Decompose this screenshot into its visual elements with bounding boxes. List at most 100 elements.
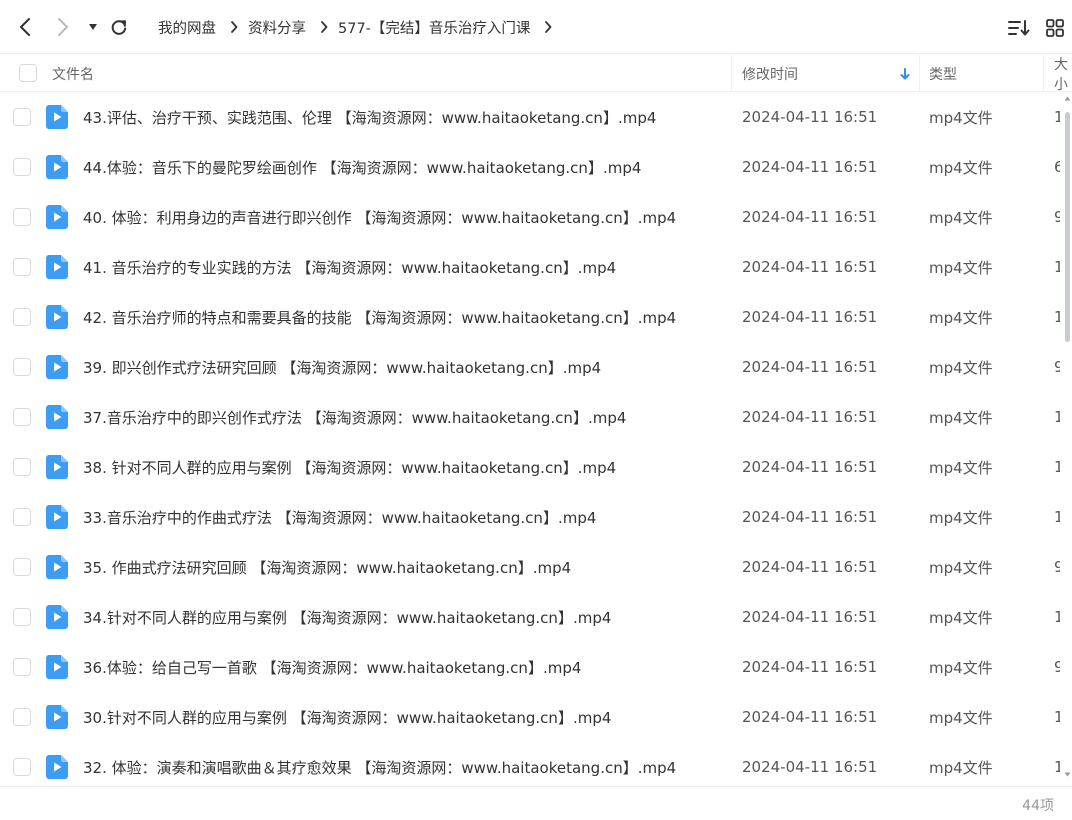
file-type: mp4文件	[929, 658, 993, 677]
row-checkbox[interactable]	[13, 508, 31, 526]
file-name[interactable]: 37.音乐治疗中的即兴创作式疗法 【海淘资源网：www.haitaoketang…	[83, 392, 626, 442]
table-row[interactable]: 33.音乐治疗中的作曲式疗法 【海淘资源网：www.haitaoketang.c…	[0, 492, 1060, 542]
file-name[interactable]: 33.音乐治疗中的作曲式疗法 【海淘资源网：www.haitaoketang.c…	[83, 492, 596, 542]
sort-descending-icon[interactable]	[900, 55, 910, 92]
video-file-icon	[46, 155, 68, 179]
table-row[interactable]: 35. 作曲式疗法研究回顾 【海淘资源网：www.haitaoketang.cn…	[0, 542, 1060, 592]
breadcrumb-separator-icon	[230, 21, 238, 33]
row-checkbox[interactable]	[13, 358, 31, 376]
table-row[interactable]: 41. 音乐治疗的专业实践的方法 【海淘资源网：www.haitaoketang…	[0, 242, 1060, 292]
video-file-icon	[46, 305, 68, 329]
file-type: mp4文件	[929, 208, 993, 227]
sort-button[interactable]	[1008, 17, 1030, 39]
table-row[interactable]: 39. 即兴创作式疗法研究回顾 【海淘资源网：www.haitaoketang.…	[0, 342, 1060, 392]
modified-time: 2024-04-11 16:51	[742, 208, 878, 226]
row-checkbox[interactable]	[13, 658, 31, 676]
column-divider[interactable]	[1043, 55, 1044, 92]
video-file-icon	[46, 755, 68, 779]
modified-time: 2024-04-11 16:51	[742, 158, 878, 176]
column-divider[interactable]	[919, 55, 920, 92]
file-type: mp4文件	[929, 258, 993, 277]
file-name[interactable]: 44.体验：音乐下的曼陀罗绘画创作 【海淘资源网：www.haitaoketan…	[83, 142, 641, 192]
modified-time: 2024-04-11 16:51	[742, 308, 878, 326]
column-divider[interactable]	[731, 55, 732, 92]
table-row[interactable]: 36.体验：给自己写一首歌 【海淘资源网：www.haitaoketang.cn…	[0, 642, 1060, 692]
file-name[interactable]: 35. 作曲式疗法研究回顾 【海淘资源网：www.haitaoketang.cn…	[83, 542, 571, 592]
header-type[interactable]: 类型	[929, 55, 957, 92]
row-checkbox[interactable]	[13, 408, 31, 426]
file-size: 1	[1054, 308, 1060, 326]
file-size: 9	[1054, 558, 1060, 576]
chevron-right-icon	[58, 18, 68, 36]
row-checkbox[interactable]	[13, 758, 31, 776]
breadcrumb-shared-materials[interactable]: 资料分享	[248, 17, 306, 38]
file-name[interactable]: 42. 音乐治疗师的特点和需要具备的技能 【海淘资源网：www.haitaoke…	[83, 292, 676, 342]
file-type: mp4文件	[929, 108, 993, 127]
video-file-icon	[46, 105, 68, 129]
file-name[interactable]: 32. 体验：演奏和演唱歌曲＆其疗愈效果 【海淘资源网：www.haitaoke…	[83, 742, 676, 786]
file-type: mp4文件	[929, 158, 993, 177]
file-name[interactable]: 34.针对不同人群的应用与案例 【海淘资源网：www.haitaoketang.…	[83, 592, 611, 642]
file-name[interactable]: 41. 音乐治疗的专业实践的方法 【海淘资源网：www.haitaoketang…	[83, 242, 616, 292]
file-size: 1	[1054, 408, 1060, 426]
forward-button[interactable]	[50, 14, 76, 40]
header-file-name[interactable]: 文件名	[52, 55, 94, 92]
row-checkbox[interactable]	[13, 458, 31, 476]
row-checkbox[interactable]	[13, 208, 31, 226]
table-row[interactable]: 44.体验：音乐下的曼陀罗绘画创作 【海淘资源网：www.haitaoketan…	[0, 142, 1060, 192]
table-row[interactable]: 32. 体验：演奏和演唱歌曲＆其疗愈效果 【海淘资源网：www.haitaoke…	[0, 742, 1060, 786]
breadcrumb-current-folder[interactable]: 577-【完结】音乐治疗入门课	[338, 17, 530, 38]
file-type: mp4文件	[929, 358, 993, 377]
scrollbar-thumb[interactable]	[1065, 112, 1070, 342]
table-row[interactable]: 42. 音乐治疗师的特点和需要具备的技能 【海淘资源网：www.haitaoke…	[0, 292, 1060, 342]
file-size: 9	[1054, 658, 1060, 676]
row-checkbox[interactable]	[13, 308, 31, 326]
file-name[interactable]: 43.评估、治疗干预、实践范围、伦理 【海淘资源网：www.haitaoketa…	[83, 92, 656, 142]
row-checkbox[interactable]	[13, 558, 31, 576]
table-row[interactable]: 37.音乐治疗中的即兴创作式疗法 【海淘资源网：www.haitaoketang…	[0, 392, 1060, 442]
modified-time: 2024-04-11 16:51	[742, 458, 878, 476]
breadcrumb-my-drive[interactable]: 我的网盘	[158, 17, 216, 38]
file-size: 1	[1054, 758, 1060, 776]
sort-list-icon	[1008, 20, 1030, 36]
grid-view-button[interactable]	[1044, 17, 1066, 39]
file-name[interactable]: 38. 针对不同人群的应用与案例 【海淘资源网：www.haitaoketang…	[83, 442, 616, 492]
table-row[interactable]: 43.评估、治疗干预、实践范围、伦理 【海淘资源网：www.haitaoketa…	[0, 92, 1060, 142]
video-file-icon	[46, 555, 68, 579]
file-type: mp4文件	[929, 708, 993, 727]
file-type: mp4文件	[929, 758, 993, 777]
refresh-button[interactable]	[106, 14, 132, 40]
file-name[interactable]: 40. 体验：利用身边的声音进行即兴创作 【海淘资源网：www.haitaoke…	[83, 192, 676, 242]
header-size[interactable]: 大小	[1054, 55, 1072, 93]
file-name[interactable]: 30.针对不同人群的应用与案例 【海淘资源网：www.haitaoketang.…	[83, 692, 611, 742]
table-row[interactable]: 30.针对不同人群的应用与案例 【海淘资源网：www.haitaoketang.…	[0, 692, 1060, 742]
table-row[interactable]: 34.针对不同人群的应用与案例 【海淘资源网：www.haitaoketang.…	[0, 592, 1060, 642]
table-header: 文件名 修改时间 类型 大小	[0, 55, 1072, 92]
modified-time: 2024-04-11 16:51	[742, 658, 878, 676]
item-count: 44项	[1022, 798, 1054, 814]
header-modified-time[interactable]: 修改时间	[742, 55, 798, 92]
back-button[interactable]	[12, 14, 38, 40]
table-row[interactable]: 38. 针对不同人群的应用与案例 【海淘资源网：www.haitaoketang…	[0, 442, 1060, 492]
file-name[interactable]: 39. 即兴创作式疗法研究回顾 【海淘资源网：www.haitaoketang.…	[83, 342, 601, 392]
file-type: mp4文件	[929, 458, 993, 477]
scroll-up-icon	[1064, 96, 1071, 101]
file-list: 43.评估、治疗干预、实践范围、伦理 【海淘资源网：www.haitaoketa…	[0, 92, 1060, 786]
scrollbar[interactable]	[1062, 92, 1072, 786]
modified-time: 2024-04-11 16:51	[742, 358, 878, 376]
video-file-icon	[46, 405, 68, 429]
table-row[interactable]: 40. 体验：利用身边的声音进行即兴创作 【海淘资源网：www.haitaoke…	[0, 192, 1060, 242]
file-type: mp4文件	[929, 308, 993, 327]
row-checkbox[interactable]	[13, 708, 31, 726]
video-file-icon	[46, 655, 68, 679]
file-size: 9	[1054, 208, 1060, 226]
row-checkbox[interactable]	[13, 108, 31, 126]
file-name[interactable]: 36.体验：给自己写一首歌 【海淘资源网：www.haitaoketang.cn…	[83, 642, 581, 692]
file-size: 1	[1054, 458, 1060, 476]
row-checkbox[interactable]	[13, 258, 31, 276]
history-dropdown-button[interactable]	[80, 14, 106, 40]
row-checkbox[interactable]	[13, 608, 31, 626]
row-checkbox[interactable]	[13, 158, 31, 176]
status-bar: 44项	[0, 786, 1072, 820]
select-all-checkbox[interactable]	[19, 64, 37, 82]
